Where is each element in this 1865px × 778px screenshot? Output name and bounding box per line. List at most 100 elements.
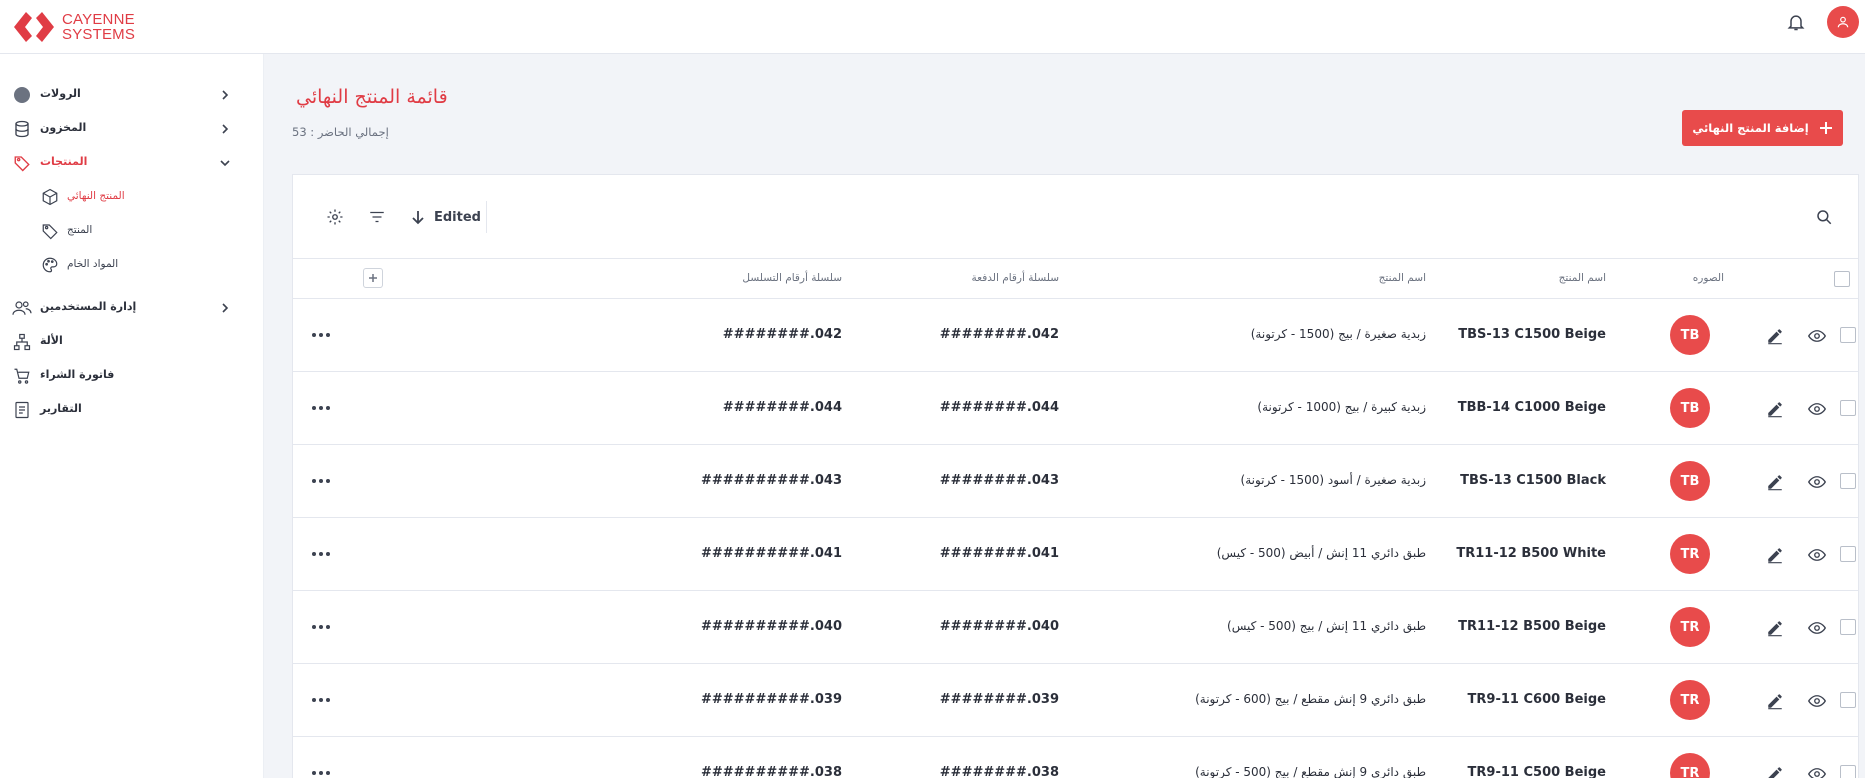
sidebar: الرولات المخزون المنتجات المنتج النهائي …	[0, 54, 264, 778]
sidebar-item-products[interactable]: المنتجات	[0, 151, 264, 175]
brand-line1: CAYENNE	[62, 11, 135, 28]
cart-icon	[12, 366, 32, 386]
product-image-badge: TB	[1670, 461, 1710, 501]
chevron-right-icon	[218, 301, 232, 315]
row-checkbox[interactable]	[1840, 619, 1856, 635]
sort-button[interactable]: Edited	[410, 209, 481, 225]
pencil-icon[interactable]	[1764, 617, 1786, 639]
cell-product-name: زبدية كبيرة / بيج (1000 - كرتونة)	[1257, 400, 1426, 414]
sidebar-item-user-management[interactable]: إدارة المستخدمين	[0, 296, 264, 320]
sidebar-item-reports[interactable]: التقارير	[0, 398, 264, 422]
cell-product-name: زبدية صغيرة / أسود (1500 - كرتونة)	[1240, 473, 1426, 487]
row-checkbox[interactable]	[1840, 546, 1856, 562]
sidebar-subitem-product[interactable]: المنتج	[0, 219, 264, 243]
row-checkbox[interactable]	[1840, 692, 1856, 708]
header-serial[interactable]: سلسلة أرقام التسلسل	[742, 272, 842, 284]
add-final-product-button[interactable]: إضافة المنتج النهائي	[1682, 110, 1843, 146]
table-row: ########.044 ########.044 زبدية كبيرة / …	[293, 372, 1858, 445]
cell-product-code: TBB-14 C1000 Beige	[1457, 400, 1606, 415]
sidebar-item-label: المنتجات	[40, 155, 88, 168]
page-title: قائمة المنتج النهائي	[296, 86, 448, 108]
product-image-badge: TB	[1670, 315, 1710, 355]
product-image-badge: TR	[1670, 753, 1710, 778]
filter-icon[interactable]	[366, 206, 388, 228]
more-actions-icon[interactable]	[309, 327, 333, 343]
cell-serial: ##########.039	[700, 692, 842, 707]
header-product-code[interactable]: اسم المنتج	[1559, 272, 1606, 284]
cell-product-name: طبق دائري 9 إنش مقطع / بيج (500 - كرتونة…	[1195, 765, 1426, 778]
user-avatar[interactable]	[1827, 6, 1859, 38]
eye-icon[interactable]	[1806, 471, 1828, 493]
bell-icon[interactable]	[1783, 9, 1809, 35]
gear-icon[interactable]	[324, 206, 346, 228]
sidebar-subitem-label: المنتج	[67, 224, 93, 236]
sidebar-subitem-label: المنتج النهائي	[67, 190, 125, 202]
brand-logo[interactable]: CAYENNE SYSTEMS	[12, 5, 135, 49]
header-lot[interactable]: سلسلة أرقام الدفعة	[972, 272, 1059, 284]
chevron-right-icon	[218, 122, 232, 136]
pencil-icon[interactable]	[1764, 325, 1786, 347]
header-image[interactable]: الصوره	[1693, 272, 1724, 284]
logo-mark-icon	[14, 12, 54, 42]
eye-icon[interactable]	[1806, 763, 1828, 778]
row-checkbox[interactable]	[1840, 473, 1856, 489]
cell-product-code: TR9-11 C600 Beige	[1467, 692, 1606, 707]
row-checkbox[interactable]	[1840, 327, 1856, 343]
more-actions-icon[interactable]	[309, 473, 333, 489]
arrow-down-icon	[412, 211, 424, 225]
select-all-checkbox[interactable]	[1834, 271, 1850, 287]
sidebar-item-purchase-invoice[interactable]: فاتورة الشراء	[0, 364, 264, 388]
cell-serial: ########.044	[722, 400, 842, 415]
sidebar-subitem-raw-materials[interactable]: المواد الخام	[0, 253, 264, 277]
sidebar-subitem-final-product[interactable]: المنتج النهائي	[0, 185, 264, 209]
eye-icon[interactable]	[1806, 617, 1828, 639]
pencil-icon[interactable]	[1764, 690, 1786, 712]
table-row: ########.042 ########.042 زبدية صغيرة / …	[293, 299, 1858, 372]
row-checkbox[interactable]	[1840, 765, 1856, 778]
eye-icon[interactable]	[1806, 398, 1828, 420]
add-column-button[interactable]	[363, 268, 383, 288]
sidebar-item-label: الألة	[40, 334, 63, 347]
top-bar: CAYENNE SYSTEMS	[0, 0, 1865, 54]
plus-icon	[1819, 122, 1832, 134]
cell-product-name: طبق دائري 11 إنش / أبيض (500 - كيس)	[1216, 546, 1426, 560]
sidebar-subitem-label: المواد الخام	[67, 258, 119, 270]
cell-product-code: TBS-13 C1500 Black	[1460, 473, 1606, 488]
sort-label: Edited	[434, 209, 481, 225]
sidebar-item-label: الرولات	[40, 87, 81, 100]
row-checkbox[interactable]	[1840, 400, 1856, 416]
table-toolbar: Edited	[293, 175, 1858, 259]
table-header: سلسلة أرقام التسلسل سلسلة أرقام الدفعة ا…	[293, 259, 1858, 299]
sidebar-item-machine[interactable]: الألة	[0, 330, 264, 354]
brand-name: CAYENNE SYSTEMS	[62, 12, 135, 42]
sidebar-item-label: التقارير	[40, 402, 82, 415]
brand-line2: SYSTEMS	[62, 26, 136, 43]
eye-icon[interactable]	[1806, 325, 1828, 347]
cell-serial: ##########.041	[700, 546, 842, 561]
header-product-name[interactable]: اسم المنتج	[1379, 272, 1426, 284]
cell-product-code: TR11-12 B500 White	[1456, 546, 1606, 561]
more-actions-icon[interactable]	[309, 400, 333, 416]
chevron-down-icon	[218, 156, 232, 170]
eye-icon[interactable]	[1806, 544, 1828, 566]
more-actions-icon[interactable]	[309, 546, 333, 562]
product-image-badge: TB	[1670, 388, 1710, 428]
eye-icon[interactable]	[1806, 690, 1828, 712]
cell-product-name: طبق دائري 9 إنش مقطع / بيج (600 - كرتونة…	[1195, 692, 1426, 706]
plus-icon	[369, 274, 377, 282]
pencil-icon[interactable]	[1764, 763, 1786, 778]
hierarchy-icon	[12, 332, 32, 352]
more-actions-icon[interactable]	[309, 765, 333, 778]
table-row: ##########.039 ########.039 طبق دائري 9 …	[293, 664, 1858, 737]
tag-icon	[12, 153, 32, 173]
sidebar-item-rolls[interactable]: الرولات	[0, 83, 264, 107]
sidebar-item-inventory[interactable]: المخزون	[0, 117, 264, 141]
pencil-icon[interactable]	[1764, 471, 1786, 493]
pencil-icon[interactable]	[1764, 544, 1786, 566]
page-subtitle: إجمالي الحاضر : 53	[292, 125, 389, 139]
users-icon	[12, 298, 32, 318]
more-actions-icon[interactable]	[309, 692, 333, 708]
more-actions-icon[interactable]	[309, 619, 333, 635]
search-icon[interactable]	[1813, 206, 1835, 228]
pencil-icon[interactable]	[1764, 398, 1786, 420]
